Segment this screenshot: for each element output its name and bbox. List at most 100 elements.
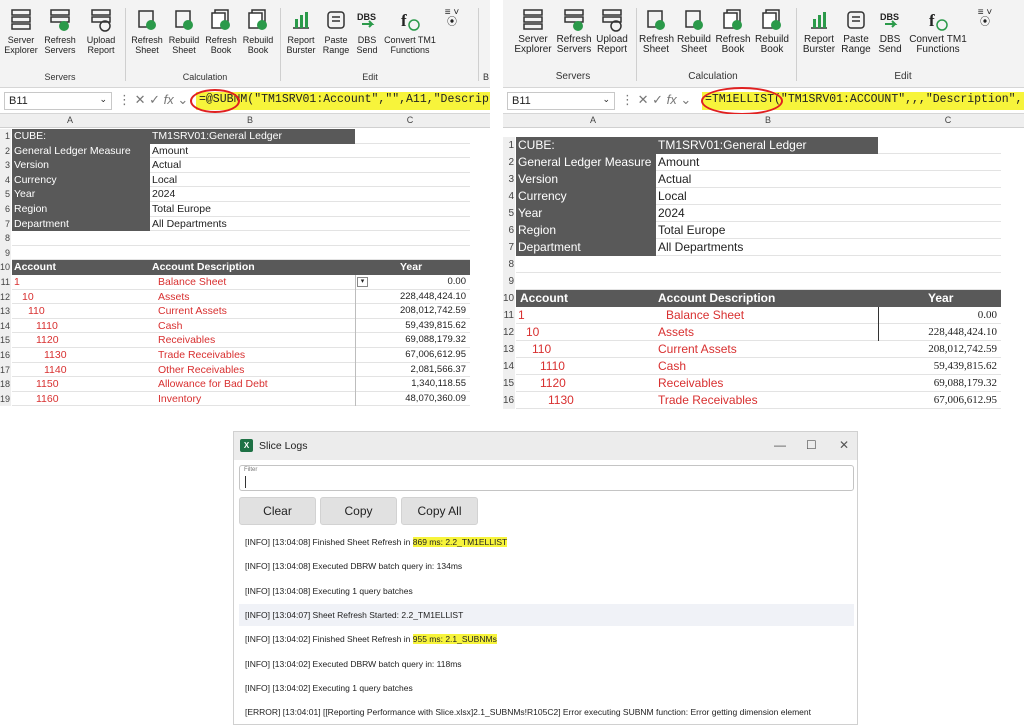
rebuild-book-button[interactable]: Rebuild Book <box>240 8 276 55</box>
formula-controls[interactable]: ⋮ ✕ ✓ fx ⌄ <box>621 92 691 108</box>
refresh-servers-button[interactable]: Refresh Servers <box>41 8 79 55</box>
log-line[interactable]: [INFO] [13:04:07] Sheet Refresh Started:… <box>239 603 854 626</box>
param-value[interactable]: Amount <box>150 144 355 159</box>
param-value[interactable]: All Departments <box>656 239 878 256</box>
param-label[interactable]: Currency <box>12 172 150 188</box>
param-label[interactable]: General Ledger Measure <box>12 143 150 159</box>
refresh-sheet-button[interactable]: Refresh Sheet <box>130 8 164 55</box>
rebuild-sheet-button[interactable]: Rebuild Sheet <box>166 8 202 55</box>
refresh-book-button[interactable]: Refresh Book <box>714 8 752 55</box>
ribbon-more-icon[interactable]: ≡ ˅ ⦿ <box>975 8 995 28</box>
minimize-icon[interactable]: — <box>774 438 786 452</box>
report-burster-button[interactable]: Report Burster <box>800 8 838 55</box>
description-cell[interactable]: Current Assets <box>658 341 876 358</box>
value-cell[interactable]: 228,448,424.10 <box>878 324 1001 341</box>
value-cell[interactable]: 59,439,815.62 <box>878 358 1001 375</box>
log-line[interactable]: [INFO] [13:04:08] Executing 1 query batc… <box>239 580 854 602</box>
ribbon-more-icon[interactable]: ≡ ˅ ⦿ <box>442 8 462 28</box>
convert-functions-button[interactable]: f Convert TM1 Functions <box>907 8 969 55</box>
value-cell[interactable]: 228,448,424.10 <box>355 290 470 305</box>
description-cell[interactable]: Cash <box>158 319 355 334</box>
param-value[interactable]: Total Europe <box>150 202 355 217</box>
account-cell[interactable]: 110 <box>516 341 656 358</box>
param-label[interactable]: General Ledger Measure <box>516 154 656 171</box>
value-cell[interactable]: 67,006,612.95 <box>355 348 470 363</box>
log-line[interactable]: [INFO] [13:04:02] Executed DBRW batch qu… <box>239 653 854 675</box>
paste-range-button[interactable]: Paste Range <box>839 8 873 55</box>
description-cell[interactable]: Balance Sheet <box>158 275 355 290</box>
log-line[interactable]: [INFO] [13:04:02] Executing 1 query batc… <box>239 677 854 699</box>
param-value[interactable]: Total Europe <box>656 222 878 239</box>
value-cell[interactable]: 59,439,815.62 <box>355 319 470 334</box>
account-cell[interactable]: 1160 <box>12 392 150 407</box>
param-value[interactable]: 2024 <box>150 187 355 202</box>
log-line[interactable]: [INFO] [13:04:08] Executed DBRW batch qu… <box>239 555 854 577</box>
description-cell[interactable]: Assets <box>158 290 355 305</box>
account-cell[interactable]: 1150 <box>12 377 150 392</box>
filter-input[interactable]: Filter <box>239 465 854 491</box>
description-cell[interactable]: Cash <box>658 358 876 375</box>
paste-range-button[interactable]: Paste Range <box>319 8 353 55</box>
copy-all-button[interactable]: Copy All <box>401 497 478 525</box>
param-label[interactable]: Version <box>516 171 656 188</box>
description-cell[interactable]: Allowance for Bad Debt <box>158 377 355 392</box>
account-cell[interactable]: 10 <box>12 290 150 305</box>
dbs-send-button[interactable]: DBS DBS Send <box>875 8 905 55</box>
description-cell[interactable]: Current Assets <box>158 304 355 319</box>
account-cell[interactable]: 1 <box>516 307 656 324</box>
log-line[interactable]: [INFO] [13:04:08] Finished Sheet Refresh… <box>239 531 854 553</box>
value-cell[interactable]: 67,006,612.95 <box>878 392 1001 409</box>
param-label[interactable]: Version <box>12 158 150 173</box>
param-label[interactable]: Region <box>12 202 150 217</box>
param-label[interactable]: CUBE: <box>516 137 656 154</box>
convert-functions-button[interactable]: f Convert TM1 Functions <box>383 8 437 55</box>
close-icon[interactable]: ✕ <box>839 438 849 452</box>
upload-report-button[interactable]: Upload Report <box>82 8 120 55</box>
account-cell[interactable]: 1 <box>12 275 150 290</box>
account-cell[interactable]: 110 <box>12 304 150 319</box>
account-cell[interactable]: 1110 <box>516 358 656 375</box>
upload-report-button[interactable]: Upload Report <box>593 8 631 55</box>
param-value[interactable]: Amount <box>656 154 878 171</box>
value-cell[interactable]: 208,012,742.59 <box>878 341 1001 358</box>
refresh-book-button[interactable]: Refresh Book <box>203 8 239 55</box>
log-line[interactable]: [INFO] [13:04:02] Finished Sheet Refresh… <box>239 628 854 650</box>
account-cell[interactable]: 1130 <box>516 392 656 409</box>
param-label[interactable]: Year <box>516 205 656 222</box>
account-cell[interactable]: 1120 <box>12 333 150 348</box>
description-cell[interactable]: Assets <box>658 324 876 341</box>
param-value[interactable]: Local <box>150 173 355 188</box>
param-value[interactable]: Local <box>656 188 878 205</box>
clear-button[interactable]: Clear <box>239 497 316 525</box>
value-cell[interactable]: 69,088,179.32 <box>878 375 1001 392</box>
maximize-icon[interactable]: ☐ <box>806 438 817 452</box>
account-cell[interactable]: 1110 <box>12 319 150 334</box>
value-cell[interactable]: 69,088,179.32 <box>355 333 470 348</box>
account-cell[interactable]: 10 <box>516 324 656 341</box>
account-cell[interactable]: 1120 <box>516 375 656 392</box>
param-value[interactable]: TM1SRV01:General Ledger <box>150 129 355 144</box>
description-cell[interactable]: Trade Receivables <box>158 348 355 363</box>
value-cell[interactable]: 208,012,742.59 <box>355 304 470 319</box>
dbs-send-button[interactable]: DBS DBS Send <box>354 8 380 55</box>
report-burster-button[interactable]: Report Burster <box>284 8 318 55</box>
description-cell[interactable]: Other Receivables <box>158 363 355 378</box>
param-label[interactable]: Department <box>12 216 150 232</box>
param-label[interactable]: Year <box>12 187 150 202</box>
description-cell[interactable]: Inventory <box>158 392 355 407</box>
param-label[interactable]: Region <box>516 222 656 239</box>
rebuild-book-button[interactable]: Rebuild Book <box>753 8 791 55</box>
value-cell[interactable]: 2,081,566.37 <box>355 363 470 378</box>
server-explorer-button[interactable]: Server Explorer <box>513 8 553 55</box>
server-explorer-button[interactable]: Server Explorer <box>3 8 39 55</box>
description-cell[interactable]: Receivables <box>658 375 876 392</box>
name-box[interactable]: B11 ⌄ <box>507 92 615 110</box>
value-cell[interactable]: 1,340,118.55 <box>355 377 470 392</box>
description-cell[interactable]: Balance Sheet <box>666 307 884 324</box>
name-box[interactable]: B11 ⌄ <box>4 92 112 110</box>
param-value[interactable]: TM1SRV01:General Ledger <box>656 137 878 154</box>
param-label[interactable]: Department <box>516 239 656 256</box>
value-cell[interactable]: 0.00 <box>878 307 1001 324</box>
description-cell[interactable]: Receivables <box>158 333 355 348</box>
description-cell[interactable]: Trade Receivables <box>658 392 876 409</box>
